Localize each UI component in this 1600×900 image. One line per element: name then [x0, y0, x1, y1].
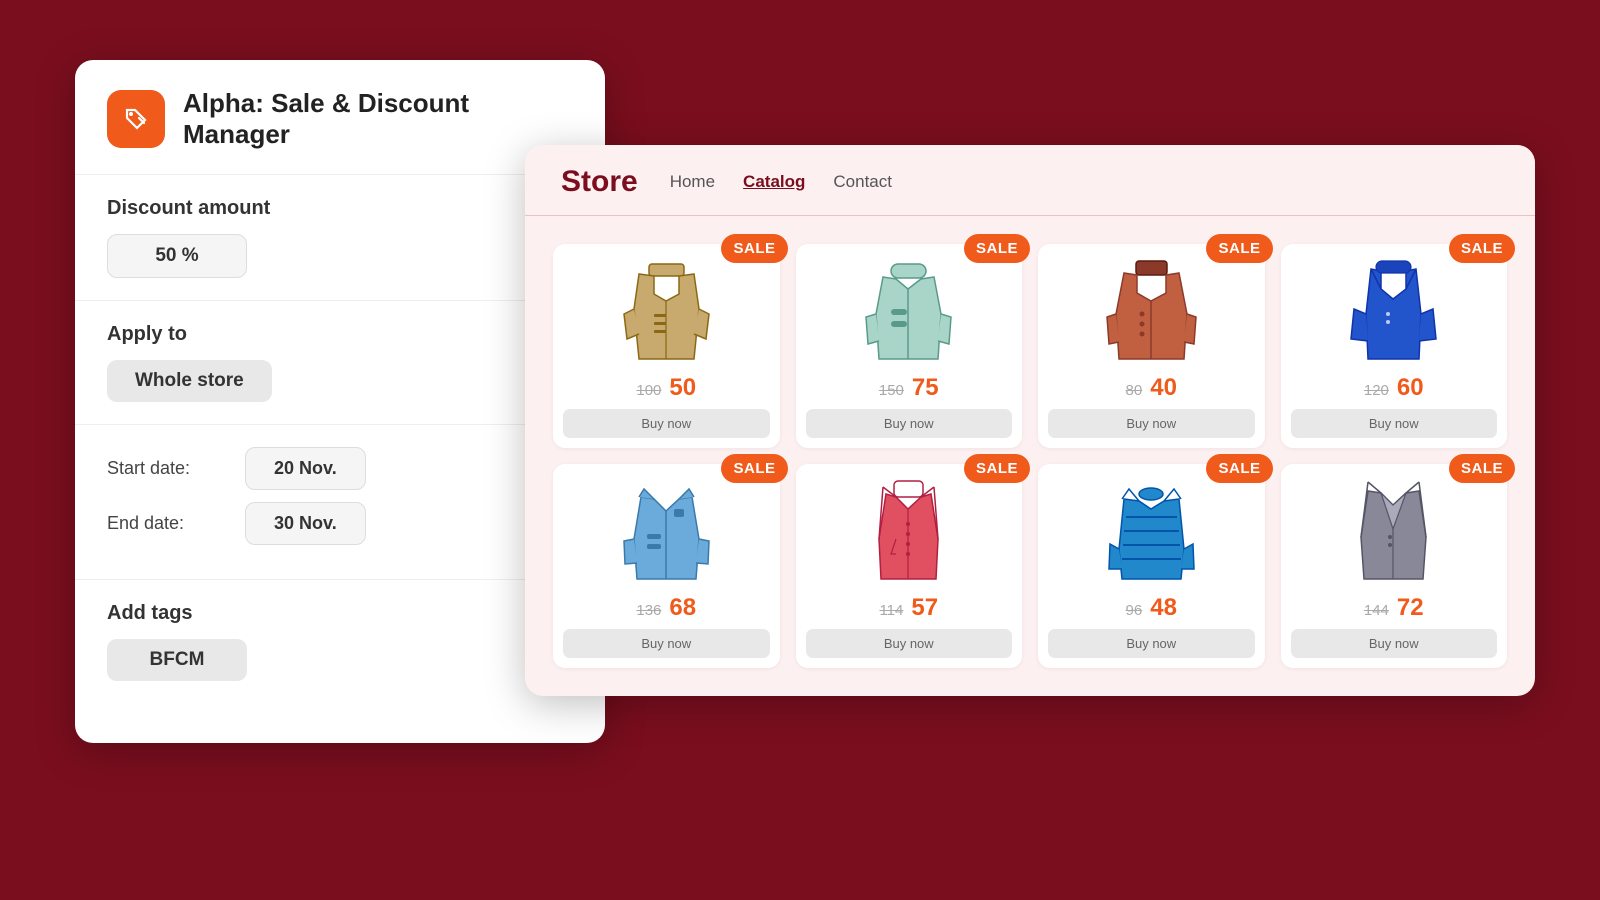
- nav-contact[interactable]: Contact: [833, 172, 892, 192]
- sale-badge-2: SALE: [964, 234, 1030, 263]
- product-image-5: [616, 476, 716, 586]
- original-price-2: 150: [879, 382, 904, 399]
- sale-price-7: 48: [1150, 594, 1177, 622]
- product-grey-suit: SALE 144 72: [1281, 464, 1508, 668]
- price-row-3: 80 40: [1126, 374, 1177, 402]
- sale-badge-4: SALE: [1449, 234, 1515, 263]
- sale-badge-1: SALE: [721, 234, 787, 263]
- product-trench-coat: SALE 100 50 Buy now: [553, 244, 780, 448]
- buy-button-4[interactable]: Buy now: [1291, 409, 1498, 438]
- product-zip-jacket: SALE 150 75 Buy now: [796, 244, 1023, 448]
- store-header: Store Home Catalog Contact: [525, 145, 1535, 216]
- discount-input[interactable]: 50 %: [107, 234, 247, 278]
- sale-price-1: 50: [669, 374, 696, 402]
- price-row-8: 144 72: [1364, 594, 1424, 622]
- start-date-label: Start date:: [107, 458, 227, 479]
- sale-price-8: 72: [1397, 594, 1424, 622]
- sale-badge-6: SALE: [964, 454, 1030, 483]
- app-title: Alpha: Sale & Discount Manager: [183, 88, 573, 150]
- product-image-3: [1101, 256, 1201, 366]
- product-denim-jacket: SALE 136 68 Buy now: [553, 464, 780, 668]
- original-price-5: 136: [636, 602, 661, 619]
- start-date-row: Start date: 20 Nov.: [107, 447, 573, 490]
- product-image-7: [1101, 476, 1201, 586]
- apply-to-label: Apply to: [107, 323, 573, 346]
- buy-button-6[interactable]: Buy now: [806, 629, 1013, 658]
- nav-catalog[interactable]: Catalog: [743, 172, 805, 192]
- apply-to-value[interactable]: Whole store: [107, 360, 272, 402]
- sale-badge-5: SALE: [721, 454, 787, 483]
- buy-button-8[interactable]: Buy now: [1291, 629, 1498, 658]
- original-price-4: 120: [1364, 382, 1389, 399]
- discount-label: Discount amount: [107, 197, 573, 220]
- sale-badge-8: SALE: [1449, 454, 1515, 483]
- price-row-7: 96 48: [1126, 594, 1177, 622]
- price-row-4: 120 60: [1364, 374, 1424, 402]
- store-title: Store: [561, 165, 638, 199]
- original-price-3: 80: [1126, 382, 1143, 399]
- original-price-1: 100: [636, 382, 661, 399]
- price-row-1: 100 50: [636, 374, 696, 402]
- sale-price-2: 75: [912, 374, 939, 402]
- product-red-shirt: SALE: [796, 464, 1023, 668]
- end-date-label: End date:: [107, 513, 227, 534]
- product-image-4: [1344, 256, 1444, 366]
- store-nav: Home Catalog Contact: [670, 172, 892, 192]
- start-date-input[interactable]: 20 Nov.: [245, 447, 366, 490]
- product-puffer-jacket: SALE 96 48 Buy now: [1038, 464, 1265, 668]
- price-row-5: 136 68: [636, 594, 696, 622]
- buy-button-5[interactable]: Buy now: [563, 629, 770, 658]
- sale-price-5: 68: [669, 594, 696, 622]
- sale-badge-3: SALE: [1206, 234, 1272, 263]
- end-date-row: End date: 30 Nov.: [107, 502, 573, 545]
- sale-price-4: 60: [1397, 374, 1424, 402]
- sale-price-3: 40: [1150, 374, 1177, 402]
- product-blue-blazer: SALE 120 60 Buy now: [1281, 244, 1508, 448]
- tags-input[interactable]: BFCM: [107, 639, 247, 681]
- sale-price-6: 57: [911, 594, 938, 622]
- original-price-6: 114: [879, 602, 903, 619]
- product-image-8: [1344, 476, 1444, 586]
- product-grid: SALE 100 50 Buy now SA: [525, 216, 1535, 696]
- product-image-2: [859, 256, 959, 366]
- product-image-1: [616, 256, 716, 366]
- original-price-8: 144: [1364, 602, 1389, 619]
- product-brown-coat: SALE 80 40 Buy now: [1038, 244, 1265, 448]
- tags-label: Add tags: [107, 602, 573, 625]
- price-row-6: 114 57: [879, 594, 938, 622]
- nav-home[interactable]: Home: [670, 172, 715, 192]
- end-date-input[interactable]: 30 Nov.: [245, 502, 366, 545]
- store-panel: Store Home Catalog Contact SALE: [525, 145, 1535, 696]
- product-image-6: [859, 476, 959, 586]
- buy-button-7[interactable]: Buy now: [1048, 629, 1255, 658]
- app-icon: [107, 90, 165, 148]
- buy-button-1[interactable]: Buy now: [563, 409, 770, 438]
- original-price-7: 96: [1126, 602, 1143, 619]
- sale-badge-7: SALE: [1206, 454, 1272, 483]
- buy-button-3[interactable]: Buy now: [1048, 409, 1255, 438]
- price-row-2: 150 75: [879, 374, 939, 402]
- buy-button-2[interactable]: Buy now: [806, 409, 1013, 438]
